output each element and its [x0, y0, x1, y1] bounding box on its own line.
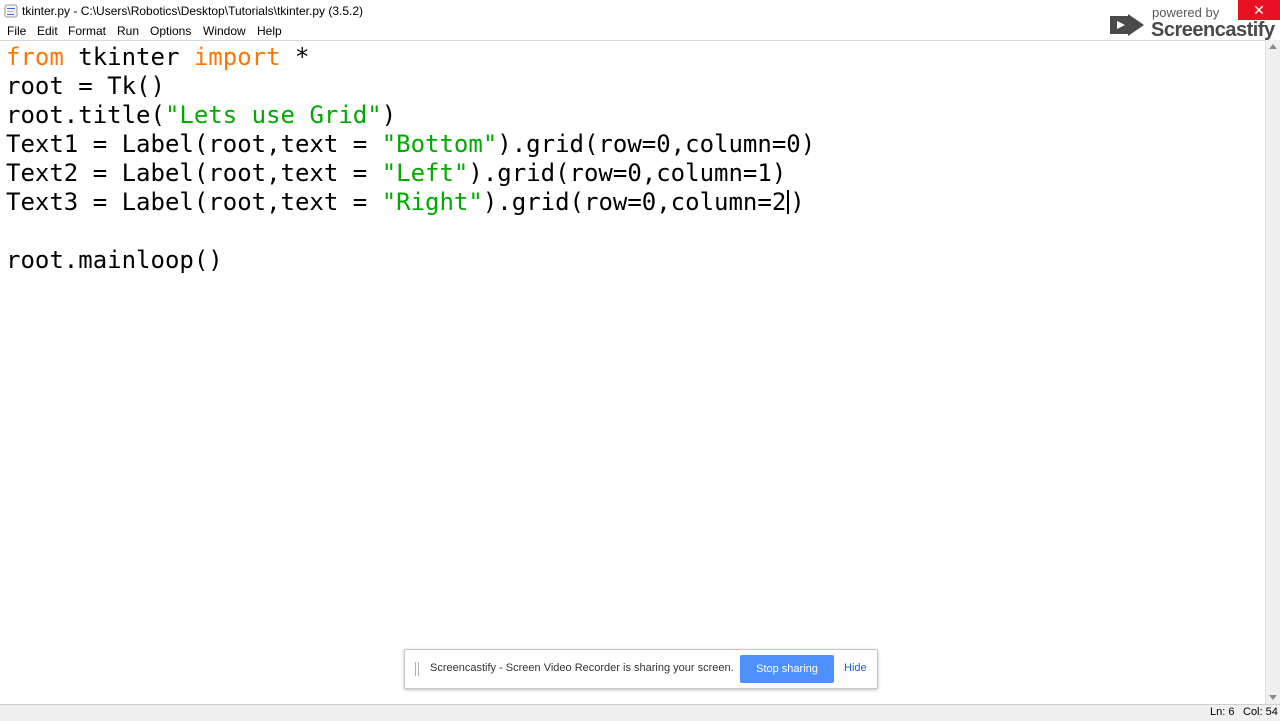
keyword-import: import [193, 43, 281, 71]
scroll-down-icon[interactable] [1269, 695, 1277, 700]
vertical-scrollbar[interactable] [1265, 40, 1280, 704]
string-literal: "Left" [381, 159, 469, 187]
menu-bar: File Edit Format Run Options Window Help [0, 22, 1280, 40]
code-line-5: Text2 = Label(root,text = "Left").grid(r… [6, 159, 786, 188]
code-line-6: Text3 = Label(root,text = "Right").grid(… [6, 188, 805, 217]
menu-format[interactable]: Format [68, 24, 106, 38]
code-text: Text1 = Label(root,text = [6, 130, 382, 158]
status-bar: Ln: 6 Col: 54 [0, 704, 1280, 721]
screencastify-logo-icon [1110, 14, 1144, 36]
code-text: ) [381, 101, 397, 129]
powered-by-label: powered by [1152, 5, 1220, 20]
string-literal: "Right" [381, 188, 483, 216]
title-bar: tkinter.py - C:\Users\Robotics\Desktop\T… [0, 0, 1280, 22]
stop-sharing-button[interactable]: Stop sharing [740, 655, 834, 683]
menu-edit[interactable]: Edit [37, 24, 58, 38]
code-text: * [280, 43, 310, 71]
string-literal: "Bottom" [381, 130, 498, 158]
code-line-8: root.mainloop() [6, 246, 223, 275]
drag-handle-icon[interactable] [415, 662, 421, 676]
close-button[interactable]: ✕ [1238, 0, 1280, 20]
code-line-4: Text1 = Label(root,text = "Bottom").grid… [6, 130, 815, 159]
code-text: Text2 = Label(root,text = [6, 159, 382, 187]
hide-link[interactable]: Hide [844, 662, 867, 674]
python-idle-icon [4, 4, 18, 18]
menu-window[interactable]: Window [203, 24, 246, 38]
menu-help[interactable]: Help [257, 24, 282, 38]
menu-file[interactable]: File [7, 24, 26, 38]
code-text: root.mainloop() [6, 246, 223, 274]
text-cursor [787, 190, 790, 214]
status-line: Ln: 6 [1210, 706, 1235, 718]
sharing-message: Screencastify - Screen Video Recorder is… [430, 662, 734, 674]
code-text: root.title( [6, 101, 165, 129]
status-column: Col: 54 [1243, 706, 1278, 718]
code-text: ).grid(row=0,column=0) [497, 130, 816, 158]
code-text: ) [790, 188, 805, 216]
keyword-from: from [6, 43, 64, 71]
close-icon[interactable]: ✕ [1238, 0, 1280, 20]
code-line-1: from tkinter import * [6, 43, 309, 72]
code-line-3: root.title("Lets use Grid") [6, 101, 396, 130]
menu-options[interactable]: Options [150, 24, 191, 38]
code-text: tkinter [63, 43, 194, 71]
code-line-2: root = Tk() [6, 72, 165, 101]
screen-sharing-bar: Screencastify - Screen Video Recorder is… [404, 649, 878, 689]
window-title: tkinter.py - C:\Users\Robotics\Desktop\T… [22, 4, 364, 18]
code-text: ).grid(row=0,column=1) [468, 159, 787, 187]
scroll-up-icon[interactable] [1269, 44, 1277, 49]
code-editor[interactable]: from tkinter import * root = Tk() root.t… [0, 40, 1266, 705]
code-text: Text3 = Label(root,text = [6, 188, 382, 216]
code-text: root = Tk() [6, 72, 165, 100]
menu-run[interactable]: Run [117, 24, 139, 38]
code-text: ).grid(row=0,column=2 [482, 188, 787, 216]
brand-label: Screencastify [1151, 19, 1275, 41]
string-literal: "Lets use Grid" [164, 101, 382, 129]
